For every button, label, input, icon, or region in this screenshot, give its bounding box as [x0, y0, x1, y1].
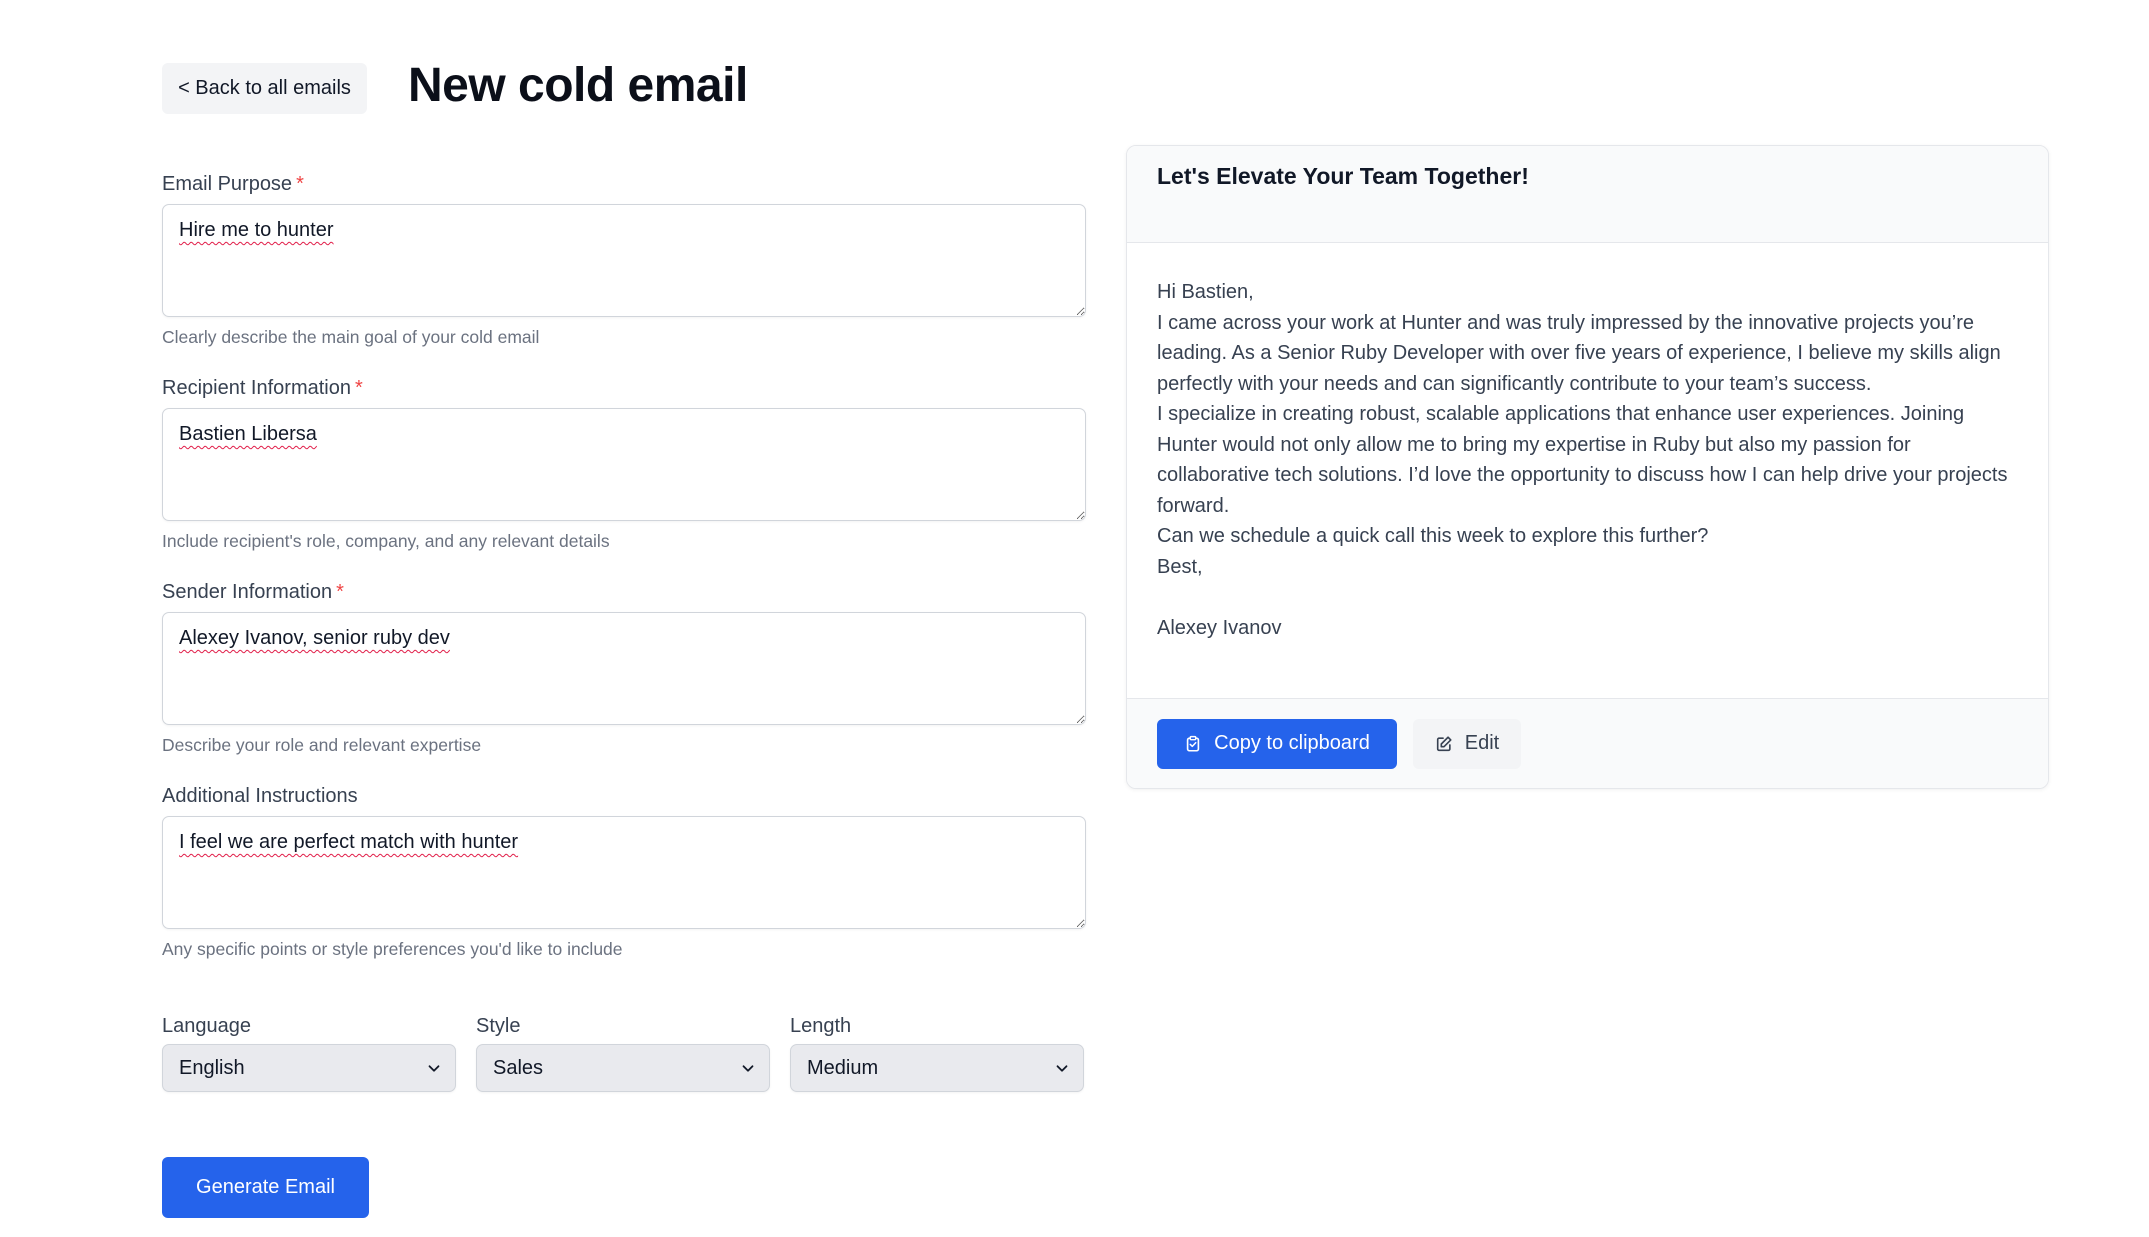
email-body: Hi Bastien, I came across your work at H…: [1127, 243, 2048, 698]
cold-email-form: Email Purpose* Clearly describe the main…: [162, 168, 1086, 984]
email-signature: Alexey Ivanov: [1157, 616, 1282, 639]
length-label: Length: [790, 1015, 852, 1037]
options-row: Language English Style Sales Length Medi…: [162, 1010, 1086, 1092]
email-purpose-hint: Clearly describe the main goal of your c…: [162, 327, 540, 347]
email-purpose-field: Email Purpose* Clearly describe the main…: [162, 168, 1086, 372]
required-marker: *: [296, 173, 304, 195]
chevron-down-icon: [1056, 1065, 1068, 1072]
email-preview-header: Let's Elevate Your Team Together!: [1127, 146, 2048, 243]
email-purpose-label: Email Purpose *: [162, 173, 304, 195]
recipient-field: Recipient Information* Include recipient…: [162, 372, 1086, 576]
additional-instructions-input[interactable]: [162, 816, 1086, 929]
sender-input[interactable]: [162, 612, 1086, 725]
copy-to-clipboard-button[interactable]: Copy to clipboard: [1157, 718, 1397, 769]
style-label: Style: [476, 1015, 521, 1037]
edit-icon: [1436, 735, 1452, 751]
recipient-label: Recipient Information *: [162, 377, 363, 399]
style-selected-value: Sales: [493, 1056, 544, 1079]
required-marker: *: [354, 377, 363, 399]
edit-button[interactable]: Edit: [1413, 718, 1521, 769]
page-title: New cold email: [408, 59, 748, 112]
additional-instructions-label: Additional Instructions: [162, 785, 358, 807]
recipient-hint: Include recipient's role, company, and a…: [162, 531, 610, 551]
copy-label: Copy to clipboard: [1214, 732, 1370, 754]
email-paragraph-3: Can we schedule a quick call this week t…: [1157, 525, 1709, 547]
edit-label: Edit: [1464, 732, 1500, 754]
style-select[interactable]: Sales: [476, 1044, 770, 1092]
email-greeting: Hi Bastien,: [1157, 281, 1254, 303]
required-marker: *: [336, 581, 344, 603]
language-label: Language: [162, 1015, 251, 1037]
sender-field: Sender Information* Describe your role a…: [162, 576, 1086, 780]
additional-instructions-hint: Any specific points or style preferences…: [162, 939, 623, 959]
recipient-input[interactable]: [162, 408, 1086, 521]
length-selected-value: Medium: [807, 1056, 879, 1079]
clipboard-icon: [1186, 735, 1200, 752]
email-paragraph-1: I came across your work at Hunter and wa…: [1157, 311, 2001, 395]
additional-instructions-field: Additional Instructions Any specific poi…: [162, 780, 1086, 984]
language-select[interactable]: English: [162, 1044, 456, 1092]
email-closing: Best,: [1157, 555, 1203, 578]
email-paragraph-2: I specialize in creating robust, scalabl…: [1157, 403, 2008, 517]
length-group: Length Medium: [790, 1010, 1084, 1092]
style-group: Style Sales: [476, 1010, 770, 1092]
sender-label: Sender Information *: [162, 581, 344, 603]
generate-email-button[interactable]: Generate Email: [162, 1157, 369, 1218]
email-preview-card: Let's Elevate Your Team Together! Hi Bas…: [1126, 145, 2049, 789]
email-preview-actions: Copy to clipboard Edit: [1127, 698, 2048, 788]
language-group: Language English: [162, 1010, 456, 1092]
language-selected-value: English: [179, 1056, 245, 1079]
length-select[interactable]: Medium: [790, 1044, 1084, 1092]
email-purpose-input[interactable]: [162, 204, 1086, 317]
page: < Back to all emails New cold email Emai…: [0, 0, 2149, 1237]
chevron-down-icon: [428, 1065, 440, 1072]
back-to-all-emails-button[interactable]: < Back to all emails: [162, 63, 367, 114]
email-subject: Let's Elevate Your Team Together!: [1157, 162, 1529, 189]
sender-hint: Describe your role and relevant expertis…: [162, 735, 482, 755]
chevron-down-icon: [742, 1065, 754, 1072]
